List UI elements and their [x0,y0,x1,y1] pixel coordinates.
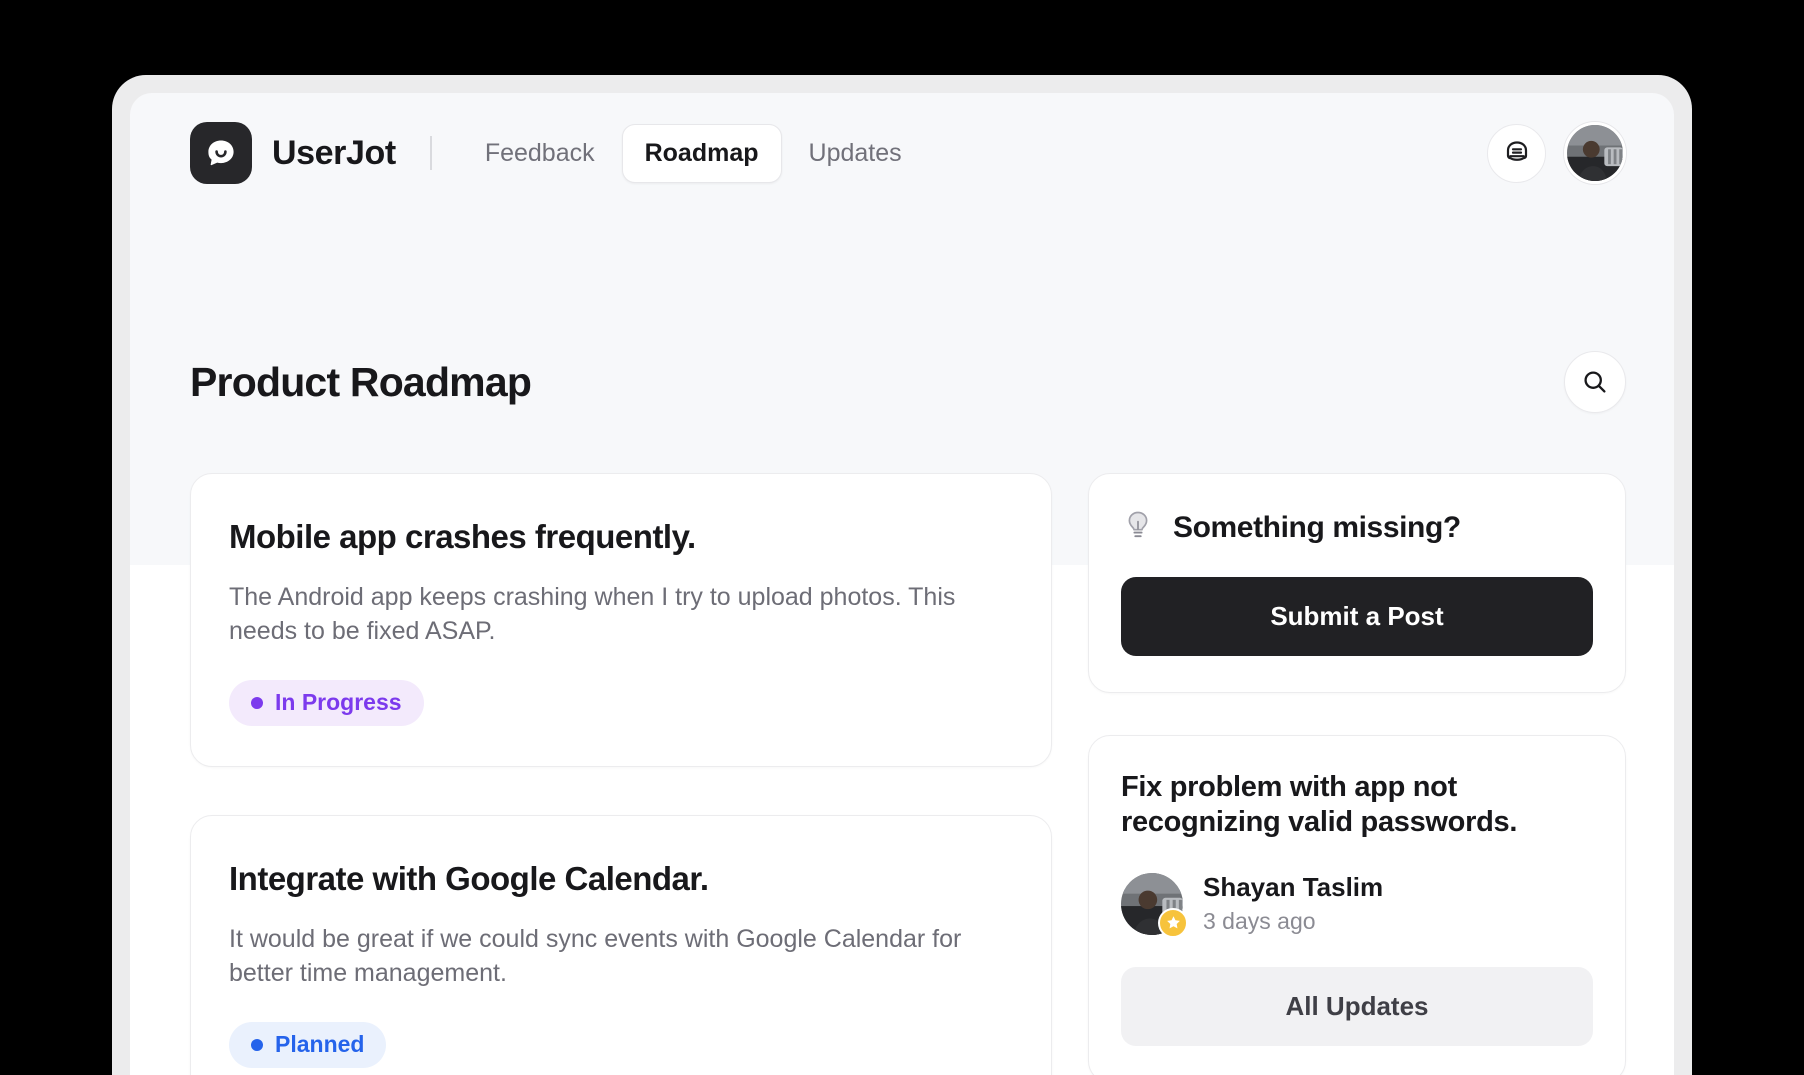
app-window: UserJot Feedback Roadmap Updates Product… [130,93,1674,1075]
submit-prompt-card: Something missing? Submit a Post [1088,473,1626,693]
status-dot-icon [251,1038,263,1051]
messages-icon[interactable] [1487,123,1546,183]
update-title: Fix problem with app not recognizing val… [1121,771,1518,839]
submit-prompt-title: Something missing? [1173,510,1461,544]
all-updates-button[interactable]: All Updates [1121,967,1593,1047]
user-avatar[interactable] [1564,122,1626,184]
roadmap-card[interactable]: Mobile app crashes frequently. The Andro… [190,473,1052,767]
page-header: Product Roadmap [190,351,1626,413]
status-badge: In Progress [229,680,424,726]
status-badge-label: In Progress [275,689,402,715]
device-bezel: UserJot Feedback Roadmap Updates Product… [112,75,1692,1075]
content-area: Mobile app crashes frequently. The Andro… [190,473,1626,1075]
top-navigation-bar: UserJot Feedback Roadmap Updates [130,93,1674,213]
brand[interactable]: UserJot [190,122,396,184]
submit-post-button[interactable]: Submit a Post [1121,577,1593,656]
roadmap-card-description: The Android app keeps crashing when I tr… [229,583,956,645]
tab-feedback[interactable]: Feedback [462,124,618,183]
sidebar: Something missing? Submit a Post Fix pro… [1088,473,1626,1075]
status-badge-label: Planned [275,1031,365,1057]
search-icon[interactable] [1564,351,1626,413]
submit-prompt-header: Something missing? [1121,508,1593,547]
author-meta: Shayan Taslim 3 days ago [1203,871,1383,937]
tab-updates[interactable]: Updates [786,124,925,183]
speech-bubble-smile-icon [190,122,252,184]
header-divider [429,136,432,170]
page-title: Product Roadmap [190,358,532,405]
roadmap-card[interactable]: Integrate with Google Calendar. It would… [190,815,1052,1075]
nav-tabs: Feedback Roadmap Updates [462,123,925,183]
roadmap-card-title: Mobile app crashes frequently. [229,518,696,555]
lightbulb-icon [1121,508,1155,547]
brand-name: UserJot [272,133,396,172]
author-name: Shayan Taslim [1203,871,1384,902]
status-dot-icon [251,696,263,709]
status-badge: Planned [229,1022,387,1068]
roadmap-card-title: Integrate with Google Calendar. [229,860,709,897]
update-author: Shayan Taslim 3 days ago [1121,871,1593,938]
top-bar-actions [1487,122,1626,184]
tab-roadmap[interactable]: Roadmap [621,123,782,183]
roadmap-list: Mobile app crashes frequently. The Andro… [190,473,1052,1075]
star-icon [1158,907,1188,938]
roadmap-card-description: It would be great if we could sync event… [229,925,962,987]
latest-update-card: Fix problem with app not recognizing val… [1088,735,1626,1075]
author-avatar-wrap [1121,872,1188,938]
update-timestamp: 3 days ago [1203,908,1316,935]
